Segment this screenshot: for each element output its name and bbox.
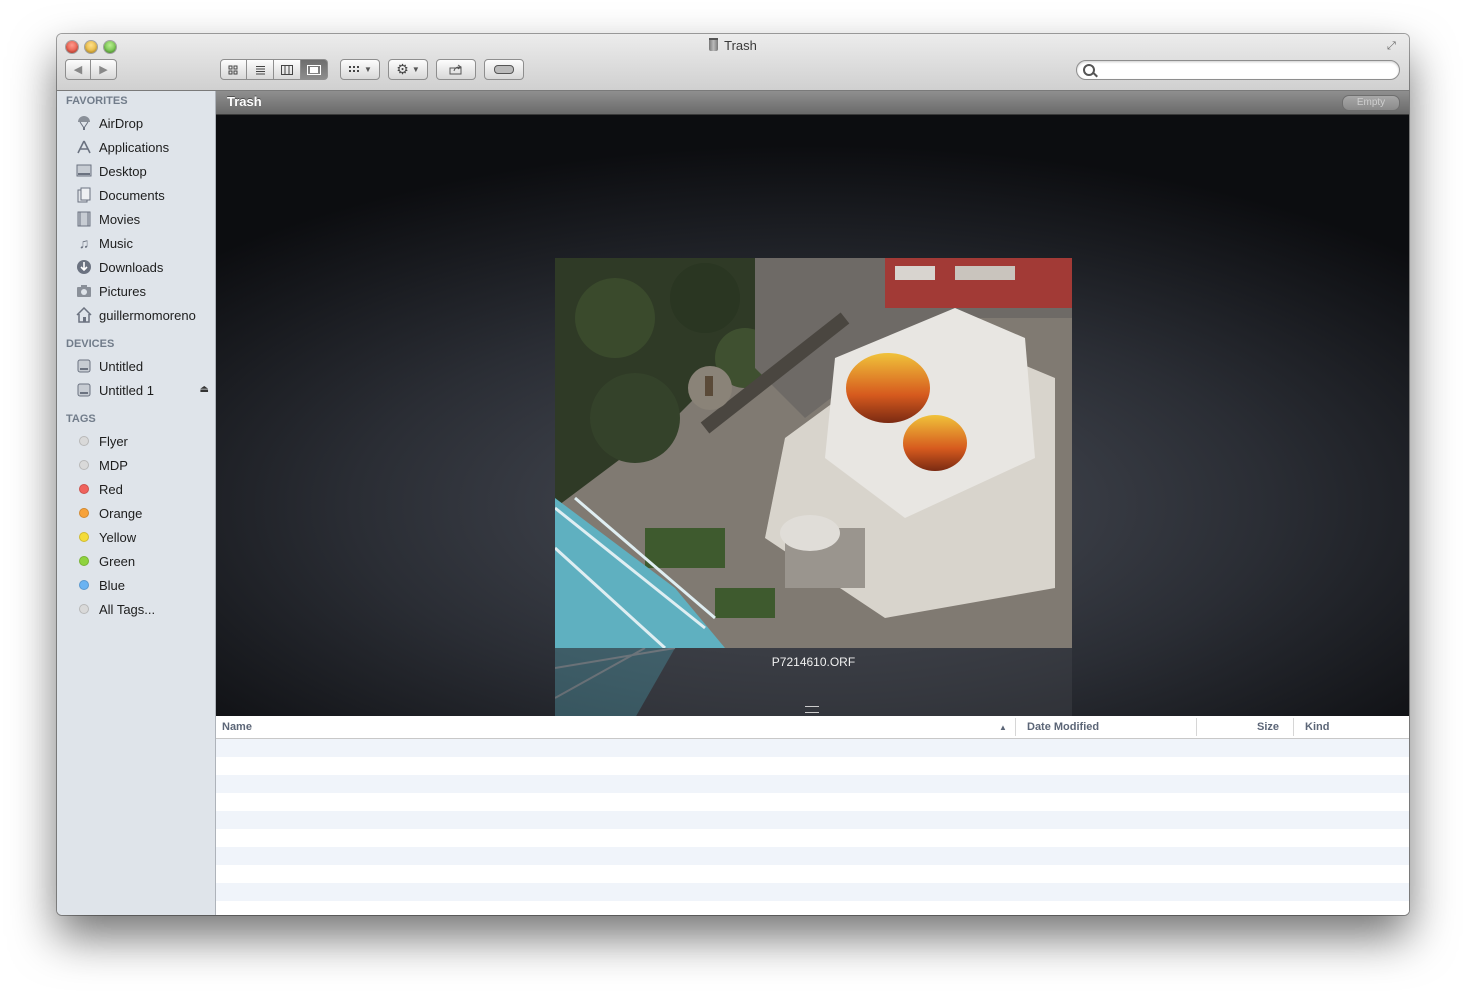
tag-dot-icon: [75, 457, 93, 473]
desktop-icon: [75, 163, 93, 179]
applications-icon: [75, 139, 93, 155]
tag-dot-icon: [75, 433, 93, 449]
tag-dot-icon: [75, 553, 93, 569]
documents-icon: [75, 187, 93, 203]
pictures-icon: [75, 283, 93, 299]
tag-dot-icon: [75, 529, 93, 545]
airdrop-icon: [75, 115, 93, 131]
view-mode-control: [220, 59, 328, 80]
tag-dot-icon: [75, 601, 93, 617]
sidebar-tag-green[interactable]: Green: [57, 550, 215, 572]
list-view-button[interactable]: [247, 59, 274, 80]
search-icon: [1083, 64, 1095, 76]
title-bar: Trash ⤢ ◀ ▶ ▼ ⚙ ▼: [57, 34, 1409, 91]
coverflow-resize-handle[interactable]: [805, 706, 819, 713]
path-bar: Trash Empty: [216, 91, 1409, 115]
coverflow-view-button[interactable]: [301, 59, 328, 80]
tag-dot-icon: [75, 505, 93, 521]
finder-window: Trash ⤢ ◀ ▶ ▼ ⚙ ▼ FAVORITES AirDrop Appl…: [57, 34, 1409, 915]
file-preview-image[interactable]: [555, 258, 1072, 648]
sidebar-item-untitled-1[interactable]: Untitled 1 ⏏: [57, 379, 215, 401]
back-button[interactable]: ◀: [65, 59, 91, 80]
coverflow-view-icon: [307, 64, 321, 75]
disk-icon: [75, 382, 93, 398]
column-divider[interactable]: [1015, 718, 1016, 736]
trash-icon: [709, 38, 719, 51]
sidebar-item-home[interactable]: guillermomoreno: [57, 304, 215, 326]
sidebar-item-music[interactable]: ♫ Music: [57, 232, 215, 254]
forward-button[interactable]: ▶: [91, 59, 117, 80]
window-title: Trash: [57, 38, 1409, 53]
home-icon: [75, 307, 93, 323]
sidebar-tag-all-tags[interactable]: All Tags...: [57, 598, 215, 620]
column-view-icon: [281, 64, 293, 75]
favorites-heading: FAVORITES: [66, 95, 128, 107]
arrange-grid-icon: [349, 66, 360, 72]
tag-dot-icon: [75, 481, 93, 497]
forward-arrow-icon: ▶: [99, 64, 108, 76]
sidebar-item-pictures[interactable]: Pictures: [57, 280, 215, 302]
column-view-button[interactable]: [274, 59, 301, 80]
icon-view-icon: [228, 65, 238, 74]
tags-heading: TAGS: [66, 413, 96, 425]
back-arrow-icon: ◀: [73, 64, 83, 76]
search-field[interactable]: [1076, 60, 1400, 80]
chevron-down-icon: ▼: [364, 65, 372, 74]
column-header-size[interactable]: Size: [1257, 721, 1279, 733]
action-button[interactable]: ⚙ ▼: [388, 59, 428, 80]
sidebar-tag-blue[interactable]: Blue: [57, 574, 215, 596]
devices-heading: DEVICES: [66, 338, 115, 350]
sidebar: FAVORITES AirDrop Applications Desktop D…: [57, 91, 216, 915]
share-button[interactable]: [436, 59, 476, 80]
file-name-label: P7214610.ORF: [771, 655, 856, 669]
folder-title: Trash: [227, 94, 262, 109]
movies-icon: [75, 211, 93, 227]
fullscreen-icon[interactable]: ⤢: [1387, 40, 1399, 52]
sidebar-item-airdrop[interactable]: AirDrop: [57, 112, 215, 134]
music-icon: ♫: [78, 235, 90, 251]
sidebar-item-movies[interactable]: Movies: [57, 208, 215, 230]
tags-button[interactable]: [484, 59, 524, 80]
list-rows: [216, 739, 1409, 915]
sidebar-tag-orange[interactable]: Orange: [57, 502, 215, 524]
empty-trash-button[interactable]: Empty: [1342, 95, 1400, 111]
sidebar-tag-yellow[interactable]: Yellow: [57, 526, 215, 548]
sidebar-item-downloads[interactable]: Downloads: [57, 256, 215, 278]
arrange-button[interactable]: ▼: [340, 59, 380, 80]
sidebar-item-documents[interactable]: Documents: [57, 184, 215, 206]
sidebar-tag-mdp[interactable]: MDP: [57, 454, 215, 476]
column-header-kind[interactable]: Kind: [1305, 721, 1329, 733]
tag-pill-icon: [494, 65, 514, 74]
file-list[interactable]: Name ▲ Date Modified Size Kind: [216, 716, 1409, 915]
sidebar-tag-flyer[interactable]: Flyer: [57, 430, 215, 452]
tag-dot-icon: [75, 577, 93, 593]
sidebar-tag-red[interactable]: Red: [57, 478, 215, 500]
list-column-header: Name ▲ Date Modified Size Kind: [216, 716, 1409, 739]
share-icon: [449, 64, 462, 75]
eject-icon[interactable]: ⏏: [200, 384, 209, 395]
sidebar-item-desktop[interactable]: Desktop: [57, 160, 215, 182]
content-area: Trash Empty P7214610.ORF Name ▲ Date Mod…: [216, 91, 1409, 915]
downloads-icon: [75, 259, 93, 275]
gear-icon: ⚙: [396, 61, 409, 77]
coverflow-view[interactable]: P7214610.ORF: [216, 115, 1409, 716]
chevron-down-icon: ▼: [411, 65, 420, 74]
column-divider[interactable]: [1196, 718, 1197, 736]
back-forward-control: ◀ ▶: [65, 59, 117, 80]
list-view-icon: [255, 65, 265, 74]
sidebar-item-untitled[interactable]: Untitled: [57, 355, 215, 377]
column-header-name[interactable]: Name: [222, 721, 252, 733]
column-divider[interactable]: [1293, 718, 1294, 736]
sidebar-item-applications[interactable]: Applications: [57, 136, 215, 158]
disk-icon: [75, 358, 93, 374]
icon-view-button[interactable]: [220, 59, 247, 80]
search-input[interactable]: [1099, 62, 1393, 80]
sort-ascending-icon[interactable]: ▲: [999, 723, 1007, 732]
column-header-date-modified[interactable]: Date Modified: [1027, 721, 1099, 733]
